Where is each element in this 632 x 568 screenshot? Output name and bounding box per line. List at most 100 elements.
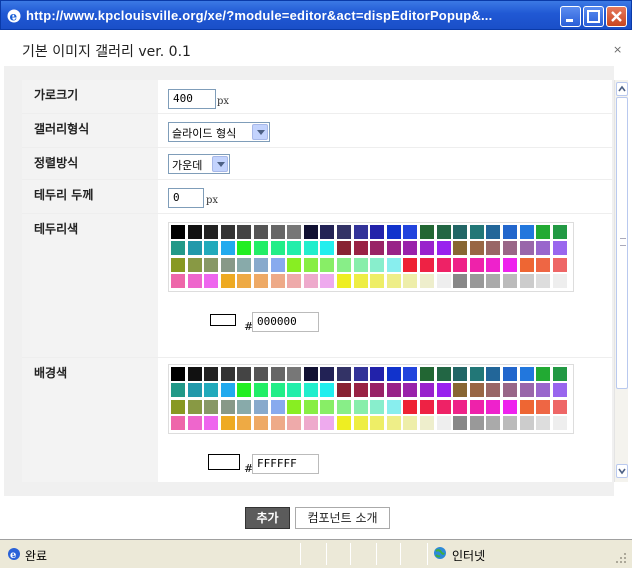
color-swatch[interactable] — [453, 241, 468, 256]
color-swatch[interactable] — [503, 274, 517, 289]
color-swatch[interactable] — [469, 399, 484, 414]
color-swatch[interactable] — [237, 225, 252, 239]
color-swatch[interactable] — [303, 274, 318, 289]
color-swatch[interactable] — [287, 257, 302, 272]
color-swatch[interactable] — [237, 274, 252, 289]
color-swatch[interactable] — [486, 383, 501, 398]
color-swatch[interactable] — [353, 225, 368, 239]
color-swatch[interactable] — [370, 225, 385, 239]
color-swatch[interactable] — [187, 383, 202, 398]
color-swatch[interactable] — [386, 383, 401, 398]
color-swatch[interactable] — [353, 367, 368, 381]
border-thickness-input[interactable]: 0 — [168, 188, 204, 208]
color-swatch[interactable] — [220, 225, 235, 239]
color-swatch[interactable] — [353, 241, 368, 256]
color-swatch[interactable] — [453, 257, 468, 272]
color-swatch[interactable] — [552, 274, 567, 289]
color-swatch[interactable] — [486, 416, 501, 431]
color-swatch[interactable] — [370, 274, 385, 289]
color-swatch[interactable] — [303, 257, 318, 272]
color-swatch[interactable] — [420, 399, 434, 414]
color-swatch[interactable] — [469, 383, 484, 398]
color-swatch[interactable] — [303, 367, 318, 381]
color-swatch[interactable] — [353, 383, 368, 398]
component-info-button[interactable]: 컴포넌트 소개 — [295, 507, 390, 529]
scroll-down-button[interactable] — [616, 464, 628, 478]
color-swatch[interactable] — [237, 257, 252, 272]
color-swatch[interactable] — [436, 399, 451, 414]
color-swatch[interactable] — [403, 257, 418, 272]
color-swatch[interactable] — [420, 241, 434, 256]
color-swatch[interactable] — [220, 241, 235, 256]
color-swatch[interactable] — [187, 399, 202, 414]
color-swatch[interactable] — [403, 241, 418, 256]
color-swatch[interactable] — [486, 399, 501, 414]
color-swatch[interactable] — [254, 274, 268, 289]
color-swatch[interactable] — [536, 416, 551, 431]
color-swatch[interactable] — [403, 399, 418, 414]
color-swatch[interactable] — [453, 367, 468, 381]
color-swatch[interactable] — [303, 225, 318, 239]
color-swatch[interactable] — [519, 383, 534, 398]
color-swatch[interactable] — [320, 274, 335, 289]
color-swatch[interactable] — [353, 399, 368, 414]
color-swatch[interactable] — [436, 257, 451, 272]
color-swatch[interactable] — [237, 367, 252, 381]
color-swatch[interactable] — [469, 257, 484, 272]
color-swatch[interactable] — [436, 367, 451, 381]
color-swatch[interactable] — [254, 367, 268, 381]
color-swatch[interactable] — [254, 416, 268, 431]
color-swatch[interactable] — [287, 274, 302, 289]
color-swatch[interactable] — [187, 416, 202, 431]
color-swatch[interactable] — [386, 399, 401, 414]
gallery-style-select[interactable]: 슬라이드 형식 — [168, 122, 270, 142]
resize-grip-icon[interactable] — [612, 549, 628, 565]
scroll-up-button[interactable] — [616, 82, 628, 96]
scrollbar[interactable] — [614, 80, 628, 482]
color-swatch[interactable] — [171, 225, 185, 239]
color-swatch[interactable] — [519, 399, 534, 414]
color-swatch[interactable] — [469, 274, 484, 289]
color-swatch[interactable] — [420, 257, 434, 272]
color-swatch[interactable] — [270, 225, 285, 239]
color-swatch[interactable] — [171, 274, 185, 289]
color-swatch[interactable] — [204, 399, 219, 414]
color-swatch[interactable] — [436, 383, 451, 398]
color-swatch[interactable] — [287, 399, 302, 414]
color-swatch[interactable] — [453, 225, 468, 239]
color-swatch[interactable] — [486, 225, 501, 239]
color-swatch[interactable] — [486, 367, 501, 381]
color-swatch[interactable] — [204, 367, 219, 381]
color-swatch[interactable] — [337, 274, 351, 289]
color-swatch[interactable] — [287, 367, 302, 381]
color-swatch[interactable] — [337, 225, 351, 239]
color-swatch[interactable] — [254, 241, 268, 256]
color-swatch[interactable] — [270, 416, 285, 431]
color-swatch[interactable] — [320, 399, 335, 414]
color-swatch[interactable] — [270, 274, 285, 289]
color-swatch[interactable] — [469, 416, 484, 431]
color-swatch[interactable] — [320, 257, 335, 272]
color-swatch[interactable] — [187, 225, 202, 239]
color-swatch[interactable] — [420, 367, 434, 381]
color-swatch[interactable] — [337, 241, 351, 256]
color-swatch[interactable] — [536, 225, 551, 239]
color-swatch[interactable] — [436, 241, 451, 256]
color-swatch[interactable] — [270, 399, 285, 414]
color-swatch[interactable] — [337, 416, 351, 431]
color-swatch[interactable] — [370, 383, 385, 398]
color-swatch[interactable] — [519, 416, 534, 431]
color-swatch[interactable] — [420, 274, 434, 289]
color-swatch[interactable] — [204, 383, 219, 398]
color-swatch[interactable] — [204, 257, 219, 272]
color-swatch[interactable] — [171, 383, 185, 398]
color-swatch[interactable] — [420, 225, 434, 239]
color-swatch[interactable] — [486, 274, 501, 289]
color-swatch[interactable] — [270, 383, 285, 398]
color-swatch[interactable] — [403, 367, 418, 381]
color-swatch[interactable] — [453, 383, 468, 398]
color-swatch[interactable] — [237, 383, 252, 398]
color-swatch[interactable] — [469, 225, 484, 239]
color-swatch[interactable] — [320, 367, 335, 381]
color-swatch[interactable] — [171, 399, 185, 414]
